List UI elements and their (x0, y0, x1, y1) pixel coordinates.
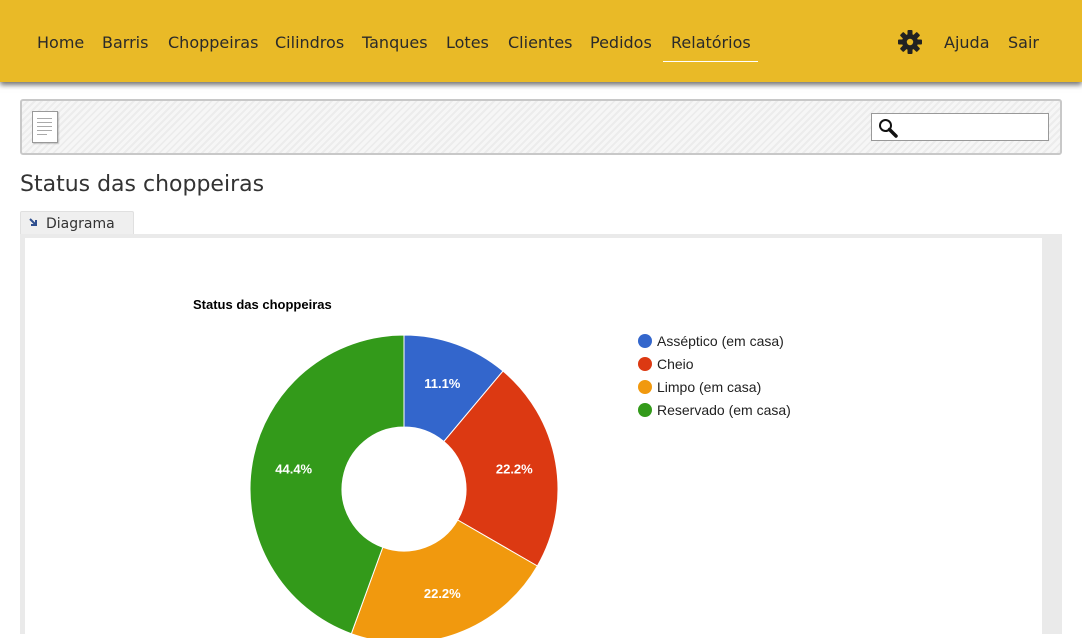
legend-marker (638, 357, 652, 371)
nav-clientes[interactable]: Clientes (508, 33, 573, 52)
donut-chart: Status das choppeiras 11.1% 22.2% 22.2% 44.4… (193, 297, 791, 638)
legend-label: Asséptico (em casa) (657, 333, 784, 349)
nav-home[interactable]: Home (37, 33, 84, 52)
page-title: Status das choppeiras (20, 172, 265, 197)
nav-pedidos[interactable]: Pedidos (590, 33, 652, 52)
search-icon (879, 119, 898, 138)
search-input[interactable] (871, 113, 1049, 141)
legend-marker (638, 403, 652, 417)
chart-title: Status das choppeiras (193, 297, 332, 312)
slice-value-label: 11.1% (424, 376, 461, 391)
legend-label: Reservado (em casa) (657, 402, 791, 418)
nav-help[interactable]: Ajuda (944, 33, 990, 52)
top-navigation-bar: Home Barris Choppeiras Cilindros Tanques… (0, 0, 1082, 82)
nav-cilindros[interactable]: Cilindros (275, 33, 344, 52)
slice-value-label: 22.2% (496, 462, 533, 477)
toolbar (20, 99, 1062, 155)
arrow-down-right-icon (29, 218, 37, 226)
nav-barris[interactable]: Barris (102, 33, 148, 52)
nav-choppeiras[interactable]: Choppeiras (168, 33, 258, 52)
legend-marker (638, 334, 652, 348)
slice-value-label: 44.4% (275, 462, 312, 477)
legend-label: Cheio (657, 356, 694, 372)
nav-logout[interactable]: Sair (1008, 33, 1039, 52)
legend-marker (638, 380, 652, 394)
nav-lotes[interactable]: Lotes (446, 33, 489, 52)
slice-value-label: 22.2% (424, 586, 461, 601)
active-nav-underline (663, 61, 758, 62)
nav-relatorios[interactable]: Relatórios (671, 33, 751, 52)
tab-label: Diagrama (46, 216, 115, 232)
gear-icon[interactable] (897, 29, 923, 55)
nav-tanques[interactable]: Tanques (362, 33, 428, 52)
chart-area: Status das choppeiras 11.1% 22.2% 22.2% 44.4… (25, 238, 1042, 638)
document-icon[interactable] (32, 111, 58, 143)
legend-label: Limpo (em casa) (657, 379, 761, 395)
